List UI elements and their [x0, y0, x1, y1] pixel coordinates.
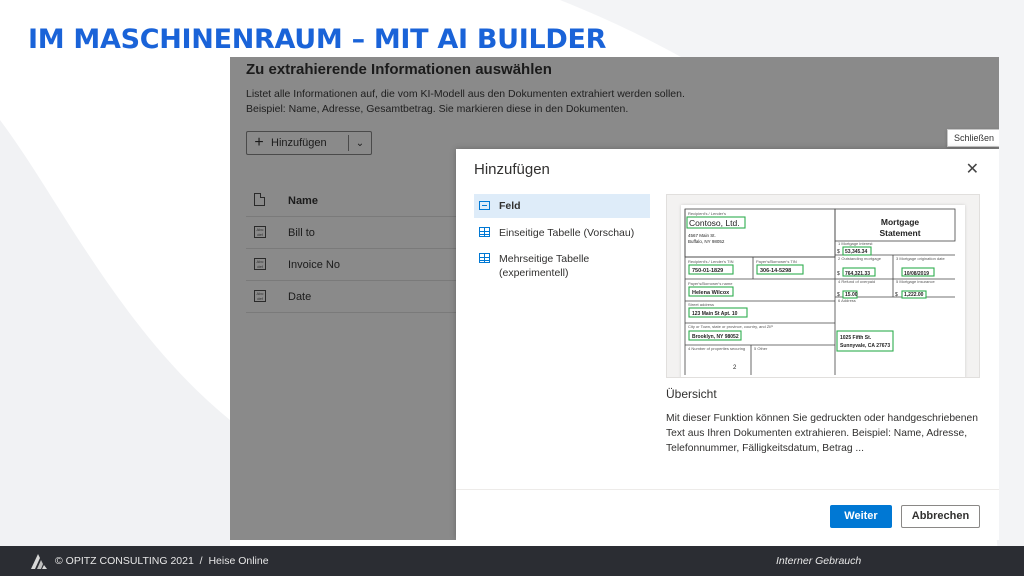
table-header-name[interactable]: Name [288, 195, 318, 207]
doc-value: 764,321.33 [845, 271, 870, 277]
svg-text:$: $ [837, 249, 840, 255]
doc-value: Brooklyn, NY 98052 [692, 334, 739, 340]
svg-text:$: $ [837, 271, 840, 277]
sample-document: Recipient's / Lender's Recipient's / Len… [681, 205, 965, 377]
svg-text:3 Mortgage origination date: 3 Mortgage origination date [896, 256, 945, 261]
screenshot-area: Zu extrahierende Informationen auswählen… [230, 57, 999, 540]
svg-text:5 Other: 5 Other [754, 346, 768, 351]
svg-text:1 Mortgage interest: 1 Mortgage interest [838, 241, 873, 246]
table-row[interactable]: Abc def Date [246, 281, 456, 313]
preview-image: Recipient's / Lender's Recipient's / Len… [666, 194, 980, 378]
doc-value: Helena Wilcox [692, 290, 730, 296]
opitz-logo-icon [31, 554, 47, 569]
svg-text:Payer's/Borrower's name: Payer's/Borrower's name [688, 281, 733, 286]
doc-value: Contoso, Ltd. [689, 218, 740, 228]
option-single-page-table[interactable]: Einseitige Tabelle (Vorschau) [474, 226, 650, 241]
dialog-footer-divider [456, 489, 999, 490]
table-header-row: Name [246, 185, 456, 217]
field-icon [479, 200, 490, 210]
page-description: Listet alle Informationen auf, die vom K… [246, 87, 766, 117]
option-label: Mehrseitige Tabelle (experimentell) [499, 253, 590, 279]
field-type-icon: Abc def [254, 290, 266, 302]
option-field[interactable]: Feld [474, 194, 650, 218]
doc-value: Sunnyvale, CA 27673 [840, 343, 890, 349]
doc-value: 750-01-1829 [692, 268, 723, 274]
close-icon[interactable]: ✕ [966, 162, 979, 178]
field-type-icon: Abc def [254, 258, 266, 270]
svg-text:$: $ [837, 292, 840, 298]
doc-value: Buffalo, NY 98052 [688, 239, 725, 244]
cancel-button[interactable]: Abbrechen [901, 505, 980, 528]
page-heading: Zu extrahierende Informationen auswählen [246, 61, 552, 78]
footer-classification: Interner Gebrauch [776, 555, 862, 567]
chevron-down-icon[interactable]: ⌄ [349, 138, 371, 149]
svg-text:4 Refund of overpaid: 4 Refund of overpaid [838, 279, 875, 284]
footer-source: Heise Online [208, 555, 269, 567]
add-dialog: Hinzufügen ✕ Feld Einseitige Tabelle (Vo… [456, 149, 999, 540]
doc-title-line: Statement [879, 228, 920, 238]
doc-title-line: Mortgage [881, 217, 920, 227]
svg-text:6 Address: 6 Address [838, 298, 856, 303]
description-line: Beispiel: Name, Adresse, Gesamtbetrag. S… [246, 103, 629, 115]
overview-line: Mit dieser Funktion können Sie gedruckte… [666, 413, 978, 424]
table-row[interactable]: Abc def Invoice No [246, 249, 456, 281]
doc-value: 306-14-5298 [760, 268, 791, 274]
overview-title: Übersicht [666, 387, 717, 401]
table-row-label: Invoice No [288, 258, 340, 271]
table-row-label: Date [288, 290, 312, 303]
doc-value: 2 [733, 365, 737, 371]
doc-value: 10/08/2019 [904, 271, 929, 277]
next-button[interactable]: Weiter [830, 505, 892, 528]
svg-text:Recipient's / Lender's TIN: Recipient's / Lender's TIN [688, 259, 734, 264]
add-button-label: Hinzufügen [271, 137, 327, 149]
option-multi-page-table[interactable]: Mehrseitige Tabelle (experimentell) [474, 252, 650, 280]
slide-title: IM MASCHINENRAUM – MIT AI BUILDER [28, 24, 607, 55]
footer-separator: / [199, 555, 203, 567]
close-tooltip: Schließen [947, 129, 999, 147]
table-row-label: Bill to [288, 226, 315, 239]
table-row[interactable]: Abc def Bill to [246, 217, 456, 249]
option-label: Einseitige Tabelle (Vorschau) [499, 227, 635, 239]
dialog-title: Hinzufügen [474, 161, 550, 178]
doc-value: 4567 Main St. [688, 233, 716, 238]
description-line: Listet alle Informationen auf, die vom K… [246, 88, 685, 100]
svg-text:Street address: Street address [688, 302, 714, 307]
field-type-icon: Abc def [254, 226, 266, 238]
doc-value: 1,222.00 [904, 292, 924, 298]
doc-value: 53,345.34 [845, 249, 867, 255]
svg-text:$: $ [895, 292, 898, 298]
svg-text:4 Number of properties securin: 4 Number of properties securing [688, 346, 745, 351]
slide-footer: © OPITZ CONSULTING 2021 / Heise Online I… [0, 546, 1024, 576]
svg-text:5 Mortgage insurance: 5 Mortgage insurance [896, 279, 935, 284]
svg-text:2 Outstanding mortgage: 2 Outstanding mortgage [838, 256, 882, 261]
document-icon [254, 192, 265, 206]
plus-icon: + [254, 134, 264, 151]
table-icon [479, 227, 490, 237]
doc-value: 15.00 [845, 292, 858, 298]
svg-text:Payer's/Borrower's TIN: Payer's/Borrower's TIN [756, 259, 797, 264]
footer-copyright-text: © OPITZ CONSULTING 2021 [55, 555, 194, 567]
svg-text:City or Town, state or provinc: City or Town, state or province, country… [688, 324, 773, 329]
doc-value: 1025 Fifth St. [840, 335, 872, 341]
add-button[interactable]: + Hinzufügen ⌄ [246, 131, 372, 155]
option-label: Feld [499, 200, 521, 212]
multipage-table-icon [479, 253, 490, 263]
doc-value: 123 Main St Apt. 10 [692, 311, 738, 317]
fields-table: Name Abc def Bill to Abc def Invoice No Ab… [246, 185, 456, 313]
footer-copyright: © OPITZ CONSULTING 2021 / Heise Online [55, 555, 269, 567]
overview-line: Telefonnummer, Fälligkeitsdatum, Betrag … [666, 443, 865, 454]
doc-label: Recipient's / Lender's [688, 211, 726, 216]
overview-line: Text aus Ihren Dokumenten extrahieren. B… [666, 428, 968, 439]
overview-text: Mit dieser Funktion können Sie gedruckte… [666, 411, 986, 456]
